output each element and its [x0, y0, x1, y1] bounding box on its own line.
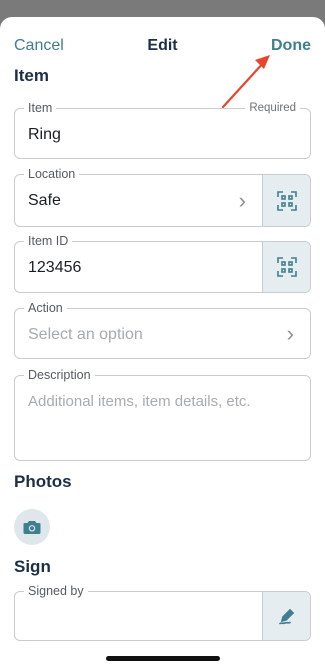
- item-section-title: Item: [14, 66, 49, 85]
- qr-scan-icon: [276, 190, 297, 211]
- item-input[interactable]: Ring: [28, 126, 61, 144]
- pen-sign-icon: [278, 608, 294, 625]
- item-id-field-label: Item ID: [24, 233, 73, 249]
- item-id-field[interactable]: Item ID 123456: [14, 233, 311, 293]
- signed-by-field-label: Signed by: [24, 583, 88, 599]
- chevron-right-icon: ›: [286, 321, 294, 346]
- location-field-label: Location: [24, 166, 80, 182]
- camera-icon: [23, 520, 41, 534]
- edit-sheet: Cancel Edit Done Item Item Required Ring…: [0, 17, 325, 667]
- action-select[interactable]: Action Select an option ›: [14, 300, 311, 359]
- item-id-input[interactable]: 123456: [28, 259, 81, 277]
- location-scan-button[interactable]: [262, 175, 310, 226]
- sign-button[interactable]: [262, 592, 310, 640]
- chevron-right-icon: ›: [238, 188, 246, 213]
- photos-section-title: Photos: [14, 472, 72, 491]
- item-field-label: Item: [24, 100, 57, 116]
- sign-section-title: Sign: [14, 557, 51, 576]
- item-id-scan-button[interactable]: [262, 242, 310, 292]
- action-field-label: Action: [24, 300, 67, 316]
- signed-by-field[interactable]: Signed by: [14, 583, 311, 641]
- description-field[interactable]: Description Additional items, item detai…: [14, 367, 311, 461]
- item-field[interactable]: Item Required Ring: [14, 100, 311, 159]
- navbar: Cancel Edit Done: [0, 17, 325, 73]
- description-field-label: Description: [24, 367, 95, 383]
- location-value[interactable]: Safe: [28, 192, 61, 210]
- home-indicator: [106, 656, 220, 661]
- required-label: Required: [245, 100, 300, 116]
- done-button[interactable]: Done: [271, 37, 311, 55]
- description-placeholder: Additional items, item details, etc.: [28, 393, 251, 410]
- add-photo-button[interactable]: [14, 509, 50, 545]
- location-field[interactable]: Location Safe ›: [14, 166, 311, 227]
- action-placeholder: Select an option: [28, 326, 143, 343]
- qr-scan-icon: [276, 257, 297, 277]
